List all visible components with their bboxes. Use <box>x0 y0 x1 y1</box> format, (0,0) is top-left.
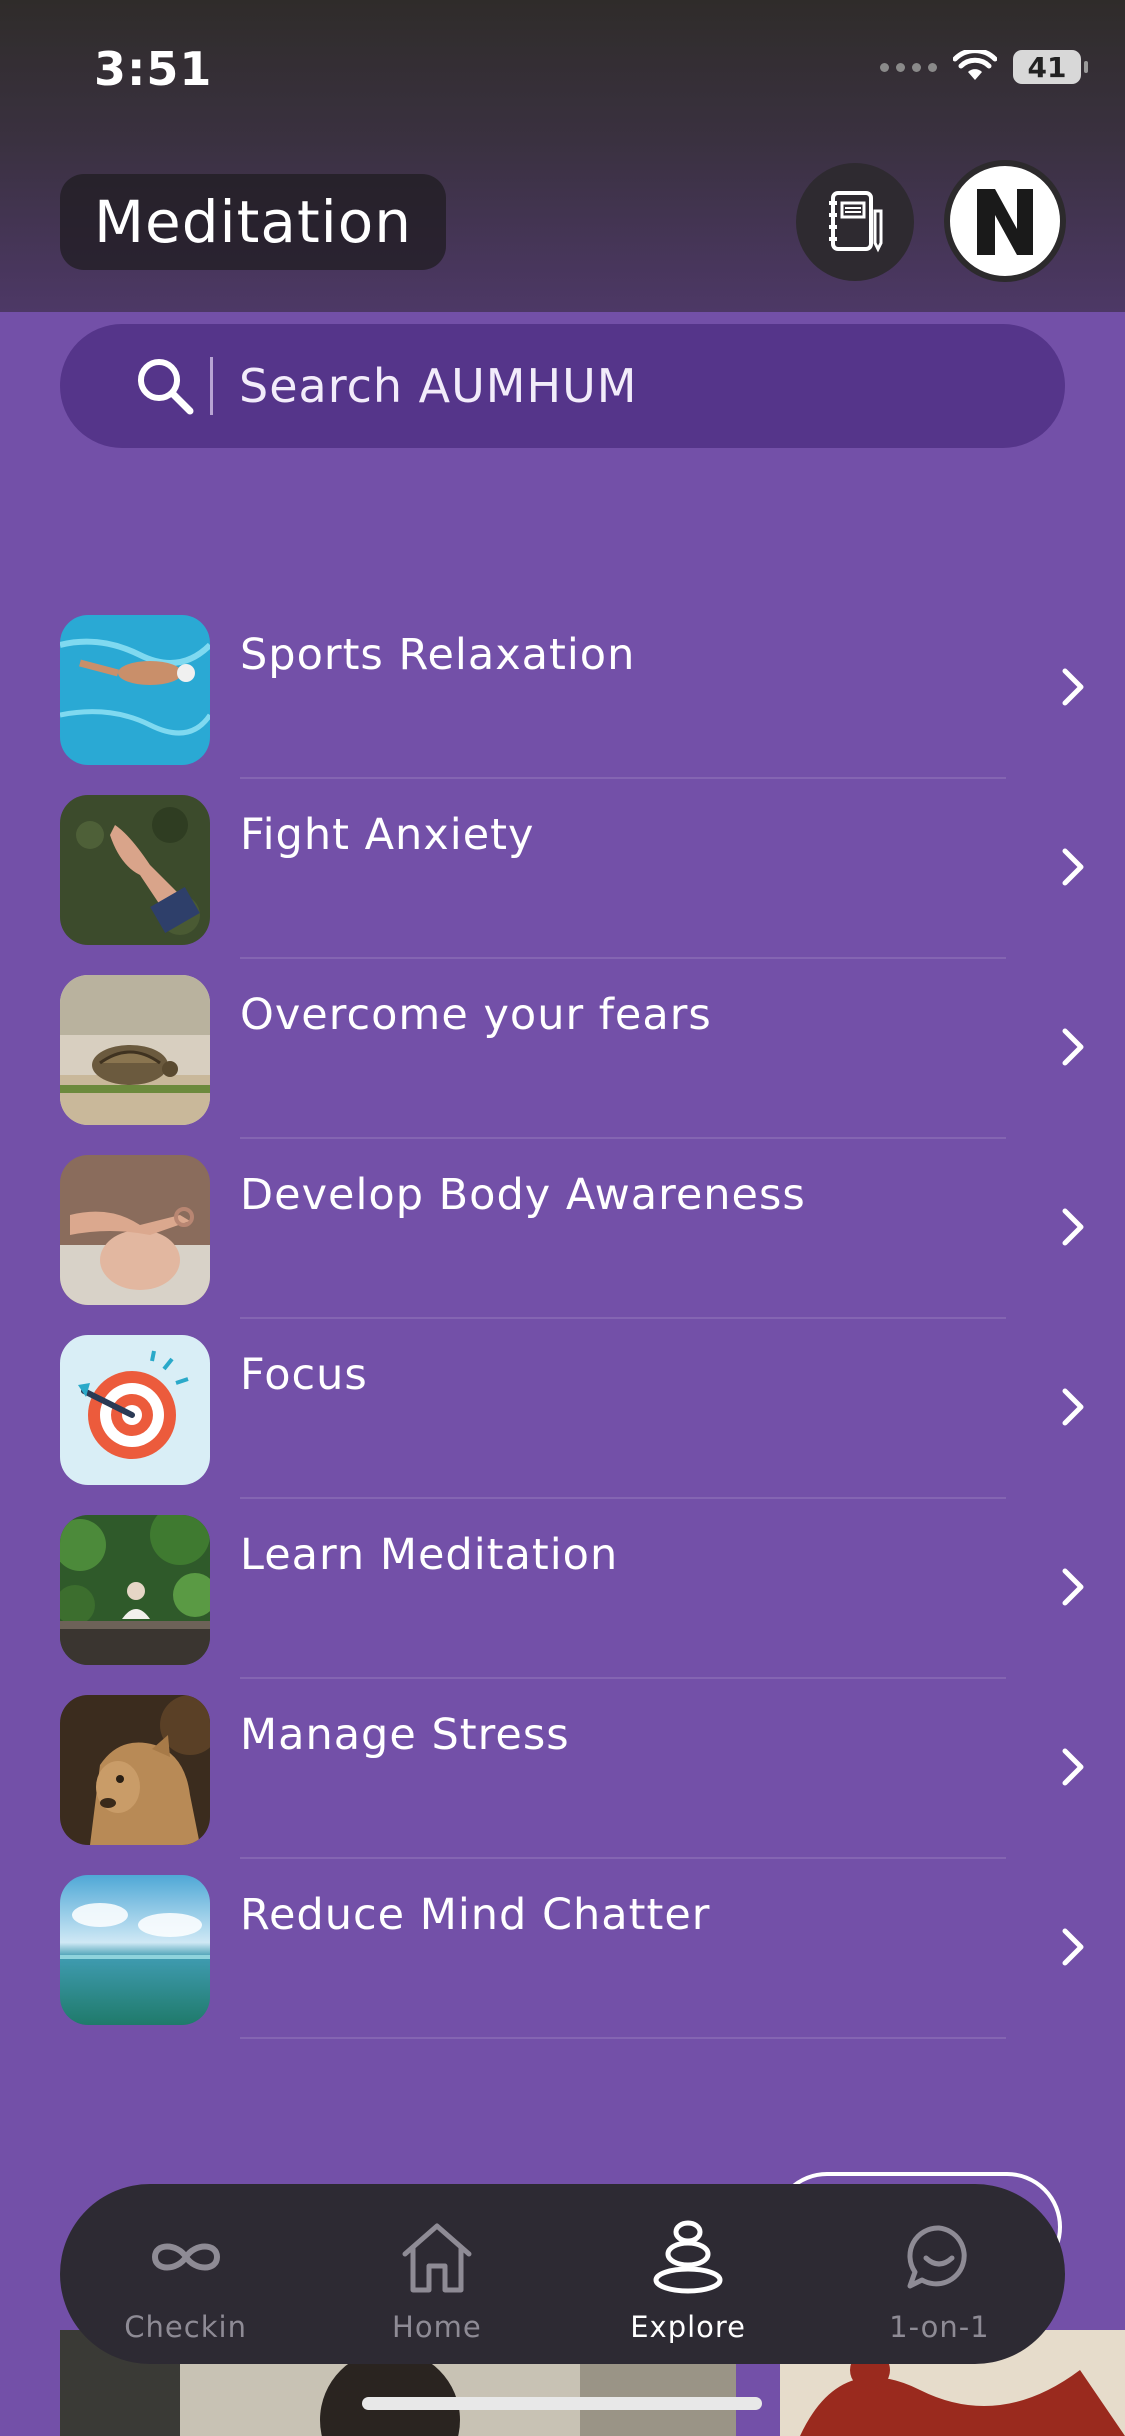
wifi-icon <box>953 50 997 80</box>
reduce-mind-chatter-thumbnail <box>60 1875 210 2025</box>
learn-meditation-thumbnail <box>60 1515 210 1665</box>
list-item-label: Focus <box>240 1350 368 1400</box>
notebook-icon <box>829 191 883 253</box>
chevron-right-icon <box>1062 668 1084 706</box>
divider <box>240 1857 1006 1859</box>
divider <box>240 1137 1006 1139</box>
fight-anxiety-thumbnail <box>60 795 210 945</box>
page-title: Meditation <box>60 174 447 270</box>
tab-one-on-one[interactable]: 1-on-1 <box>814 2184 1065 2364</box>
list-item-learn-meditation[interactable]: Learn Meditation <box>0 1510 1125 1690</box>
chevron-right-icon <box>1062 1748 1084 1786</box>
focus-thumbnail <box>60 1335 210 1485</box>
list-item-label: Learn Meditation <box>240 1530 619 1580</box>
search-cursor <box>210 357 213 415</box>
signal-icon <box>880 62 937 72</box>
infinity-icon <box>151 2243 220 2271</box>
list-item-label: Fight Anxiety <box>240 810 535 860</box>
list-item-focus[interactable]: Focus <box>0 1330 1125 1510</box>
chevron-right-icon <box>1062 848 1084 886</box>
chevron-right-icon <box>1062 1028 1084 1066</box>
list-item-label: Overcome your fears <box>240 990 712 1040</box>
list-item-sports-relaxation[interactable]: Sports Relaxation <box>0 610 1125 790</box>
search-input[interactable]: Search AUMHUM <box>239 359 637 413</box>
tab-label: Home <box>392 2310 482 2344</box>
list-item-manage-stress[interactable]: Manage Stress <box>0 1690 1125 1870</box>
list-item-label: Sports Relaxation <box>240 630 636 680</box>
divider <box>240 1677 1006 1679</box>
chevron-right-icon <box>1062 1928 1084 1966</box>
tab-home[interactable]: Home <box>311 2184 562 2364</box>
stones-icon <box>653 2220 723 2294</box>
list-item-body-awareness[interactable]: Develop Body Awareness <box>0 1150 1125 1330</box>
chevron-right-icon <box>1062 1388 1084 1426</box>
divider <box>240 957 1006 959</box>
tab-explore[interactable]: Explore <box>563 2184 814 2364</box>
list-item-label: Manage Stress <box>240 1710 570 1760</box>
journal-button[interactable] <box>796 163 914 281</box>
manage-stress-thumbnail <box>60 1695 210 1845</box>
sports-relaxation-thumbnail <box>60 615 210 765</box>
header: 3:51 41 Meditation <box>0 0 1125 312</box>
profile-initial-icon <box>977 189 1033 255</box>
divider <box>240 777 1006 779</box>
search-icon <box>132 353 198 419</box>
list-item-overcome-fears[interactable]: Overcome your fears <box>0 970 1125 1150</box>
overcome-fears-thumbnail <box>60 975 210 1125</box>
search-bar[interactable]: Search AUMHUM <box>60 324 1065 448</box>
status-icons: 41 <box>880 50 1088 84</box>
divider <box>240 1317 1006 1319</box>
status-time: 3:51 <box>94 42 213 96</box>
tab-checkin[interactable]: Checkin <box>60 2184 311 2364</box>
divider <box>240 2037 1006 2039</box>
battery-indicator: 41 <box>1013 50 1088 84</box>
tab-label: Explore <box>630 2310 747 2344</box>
list-item-label: Reduce Mind Chatter <box>240 1890 711 1940</box>
chevron-right-icon <box>1062 1208 1084 1246</box>
category-list: Sports Relaxation Fight Anxiety Overcome… <box>0 610 1125 2050</box>
home-icon <box>402 2223 472 2293</box>
chevron-right-icon <box>1062 1568 1084 1606</box>
tab-label: 1-on-1 <box>889 2310 990 2344</box>
list-item-reduce-mind-chatter[interactable]: Reduce Mind Chatter <box>0 1870 1125 2050</box>
profile-avatar[interactable] <box>944 160 1066 282</box>
list-item-label: Develop Body Awareness <box>240 1170 806 1220</box>
tab-bar: Checkin Home Explore 1-on-1 <box>60 2184 1065 2364</box>
list-item-fight-anxiety[interactable]: Fight Anxiety <box>0 790 1125 970</box>
body-awareness-thumbnail <box>60 1155 210 1305</box>
home-indicator[interactable] <box>362 2397 762 2410</box>
chat-icon <box>907 2225 967 2289</box>
divider <box>240 1497 1006 1499</box>
tab-label: Checkin <box>124 2310 247 2344</box>
